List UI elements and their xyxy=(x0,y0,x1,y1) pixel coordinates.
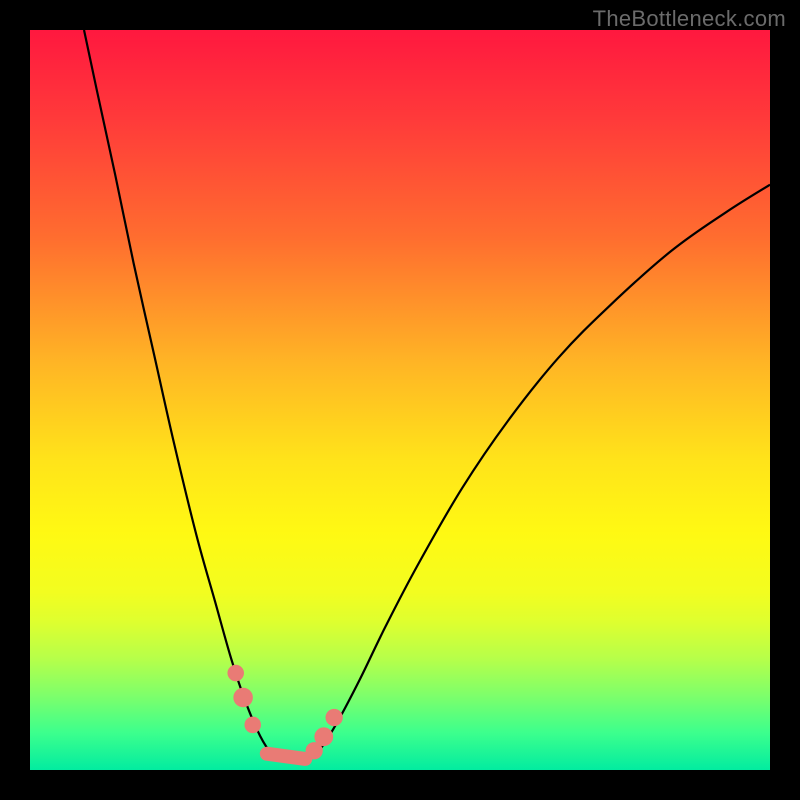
data-marker xyxy=(315,728,333,746)
chart-svg xyxy=(30,30,770,770)
curve-layer xyxy=(84,30,770,761)
data-marker xyxy=(245,717,261,733)
data-marker xyxy=(326,709,342,725)
curve-right xyxy=(306,185,770,761)
data-marker-elongated xyxy=(267,754,305,759)
curve-left xyxy=(84,30,282,761)
data-marker xyxy=(228,665,244,681)
watermark-text: TheBottleneck.com xyxy=(593,6,786,32)
marker-layer xyxy=(228,665,342,759)
plot-area xyxy=(30,30,770,770)
data-marker xyxy=(234,688,253,707)
